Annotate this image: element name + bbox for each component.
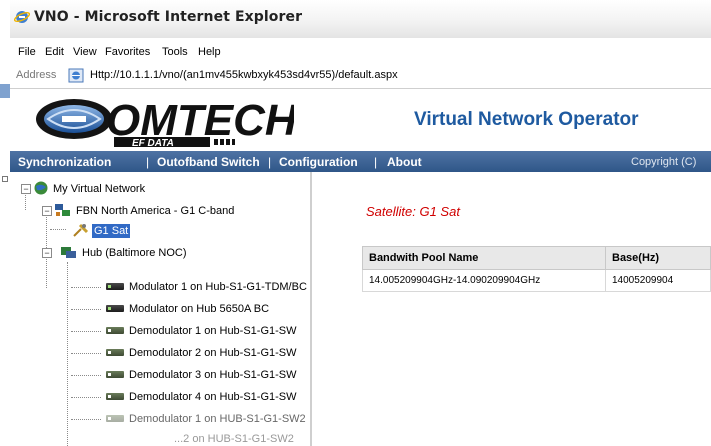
taskbar-fragment <box>0 84 10 98</box>
tree-item-satellite[interactable]: G1 Sat <box>14 222 294 240</box>
nav-about[interactable]: About <box>387 155 422 169</box>
table-cell: 14005209904 <box>605 269 711 292</box>
nav-separator: | <box>374 155 378 169</box>
demodulator-icon <box>106 371 124 378</box>
tree-device-label: Demodulator 3 on Hub-S1-G1-SW <box>129 369 297 381</box>
demodulator-icon <box>106 393 124 400</box>
column-header[interactable]: Bandwith Pool Name <box>362 246 606 270</box>
table-row[interactable]: 14.005209904GHz-14.090209904GHz 14005209… <box>362 269 711 292</box>
tree-hub-label: Hub (Baltimore NOC) <box>82 247 187 259</box>
menu-help[interactable]: Help <box>198 46 221 58</box>
tree-item-device[interactable]: Demodulator 2 on Hub-S1-G1-SW <box>14 344 304 362</box>
collapse-toggle-icon[interactable]: − <box>42 248 52 258</box>
tree-item-device[interactable]: Demodulator 1 on Hub-S1-G1-SW <box>14 322 304 340</box>
browser-window: VNO - Microsoft Internet Explorer File E… <box>10 0 711 446</box>
tree-device-label: Demodulator 1 on Hub-S1-G1-SW <box>129 325 297 337</box>
tree-item-device[interactable]: Modulator on Hub 5650A BC <box>14 300 304 318</box>
tree-network-label: FBN North America - G1 C-band <box>76 205 235 217</box>
tree-device-label: Modulator on Hub 5650A BC <box>129 303 270 315</box>
demodulator-icon <box>106 327 124 334</box>
tree-device-label: Demodulator 4 on Hub-S1-G1-SW <box>129 391 297 403</box>
tree-root-label: My Virtual Network <box>53 183 146 195</box>
network-tree: − My Virtual Network − FBN North America… <box>14 172 312 446</box>
demodulator-icon <box>106 415 124 422</box>
column-header[interactable]: Base(Hz) <box>605 246 711 270</box>
tree-device-label: Modulator 1 on Hub-S1-G1-TDM/BC <box>129 281 307 293</box>
tree-item-network[interactable]: − FBN North America - G1 C-band <box>14 202 294 220</box>
modulator-icon <box>106 305 124 312</box>
network-group-icon <box>55 204 70 216</box>
tree-item-device[interactable]: Demodulator 1 on HUB-S1-G1-SW2 <box>14 410 306 428</box>
nav-separator: | <box>268 155 272 169</box>
demodulator-icon <box>106 349 124 356</box>
tree-item-device[interactable]: Demodulator 4 on Hub-S1-G1-SW <box>14 388 304 406</box>
address-label: Address <box>16 69 57 81</box>
satellite-heading: Satellite: G1 Sat <box>366 204 460 219</box>
content-pane: Satellite: G1 Sat Bandwith Pool Name Bas… <box>312 172 711 446</box>
tree-item-root[interactable]: − My Virtual Network <box>14 180 294 198</box>
collapse-toggle-icon[interactable]: − <box>42 206 52 216</box>
nav-configuration[interactable]: Configuration <box>279 155 358 169</box>
desktop-edge <box>0 0 10 446</box>
page-icon <box>68 68 84 83</box>
tree-device-label: ...2 on HUB-S1-G1-SW2 <box>174 433 294 445</box>
nav-synchronization[interactable]: Synchronization <box>18 155 111 169</box>
table-cell: 14.005209904GHz-14.090209904GHz <box>362 269 606 292</box>
nav-separator: | <box>146 155 150 169</box>
tree-item-device[interactable]: Demodulator 3 on Hub-S1-G1-SW <box>14 366 304 384</box>
menu-view[interactable]: View <box>73 46 97 58</box>
nav-outofband-switch[interactable]: Outofband Switch <box>157 155 260 169</box>
window-title: VNO - Microsoft Internet Explorer <box>34 9 303 25</box>
table-header-row: Bandwith Pool Name Base(Hz) <box>362 246 711 270</box>
menu-bar: File Edit View Favorites Tools Help <box>10 42 711 62</box>
internet-explorer-icon <box>14 11 30 23</box>
modulator-icon <box>106 283 124 290</box>
tree-item-device[interactable]: Modulator 1 on Hub-S1-G1-TDM/BC <box>14 278 307 296</box>
tree-device-label: Demodulator 2 on Hub-S1-G1-SW <box>129 347 297 359</box>
title-bar: VNO - Microsoft Internet Explorer <box>10 0 711 38</box>
tree-satellite-label: G1 Sat <box>92 224 131 238</box>
top-nav: Synchronization | Outofband Switch | Con… <box>10 151 711 172</box>
product-title: Virtual Network Operator <box>414 109 639 130</box>
menu-file[interactable]: File <box>18 46 36 58</box>
address-bar: Address Http://10.1.1.1/vno/(an1mv455kwb… <box>10 64 711 89</box>
tree-device-label: Demodulator 1 on HUB-S1-G1-SW2 <box>129 413 306 425</box>
logo-subtext: EF DATA <box>132 138 174 149</box>
copyright-text: Copyright (C) <box>631 156 697 168</box>
bandwidth-pool-table: Bandwith Pool Name Base(Hz) 14.005209904… <box>362 246 711 292</box>
tree-item-hub[interactable]: − Hub (Baltimore NOC) <box>14 244 294 262</box>
menu-tools[interactable]: Tools <box>162 46 188 58</box>
hub-icon <box>61 247 76 258</box>
comtech-logo: OMTECH EF DATA <box>34 93 298 149</box>
tree-item-device[interactable]: ...2 on HUB-S1-G1-SW2 <box>14 430 304 446</box>
address-input[interactable]: Http://10.1.1.1/vno/(an1mv455kwbxyk453sd… <box>90 69 398 81</box>
satellite-icon <box>73 223 89 237</box>
page-header: OMTECH EF DATA Virtual Network Operator <box>10 89 711 151</box>
menu-favorites[interactable]: Favorites <box>105 46 150 58</box>
menu-edit[interactable]: Edit <box>45 46 64 58</box>
resize-handle-icon <box>2 176 8 182</box>
network-globe-icon <box>34 181 48 195</box>
collapse-toggle-icon[interactable]: − <box>21 184 31 194</box>
